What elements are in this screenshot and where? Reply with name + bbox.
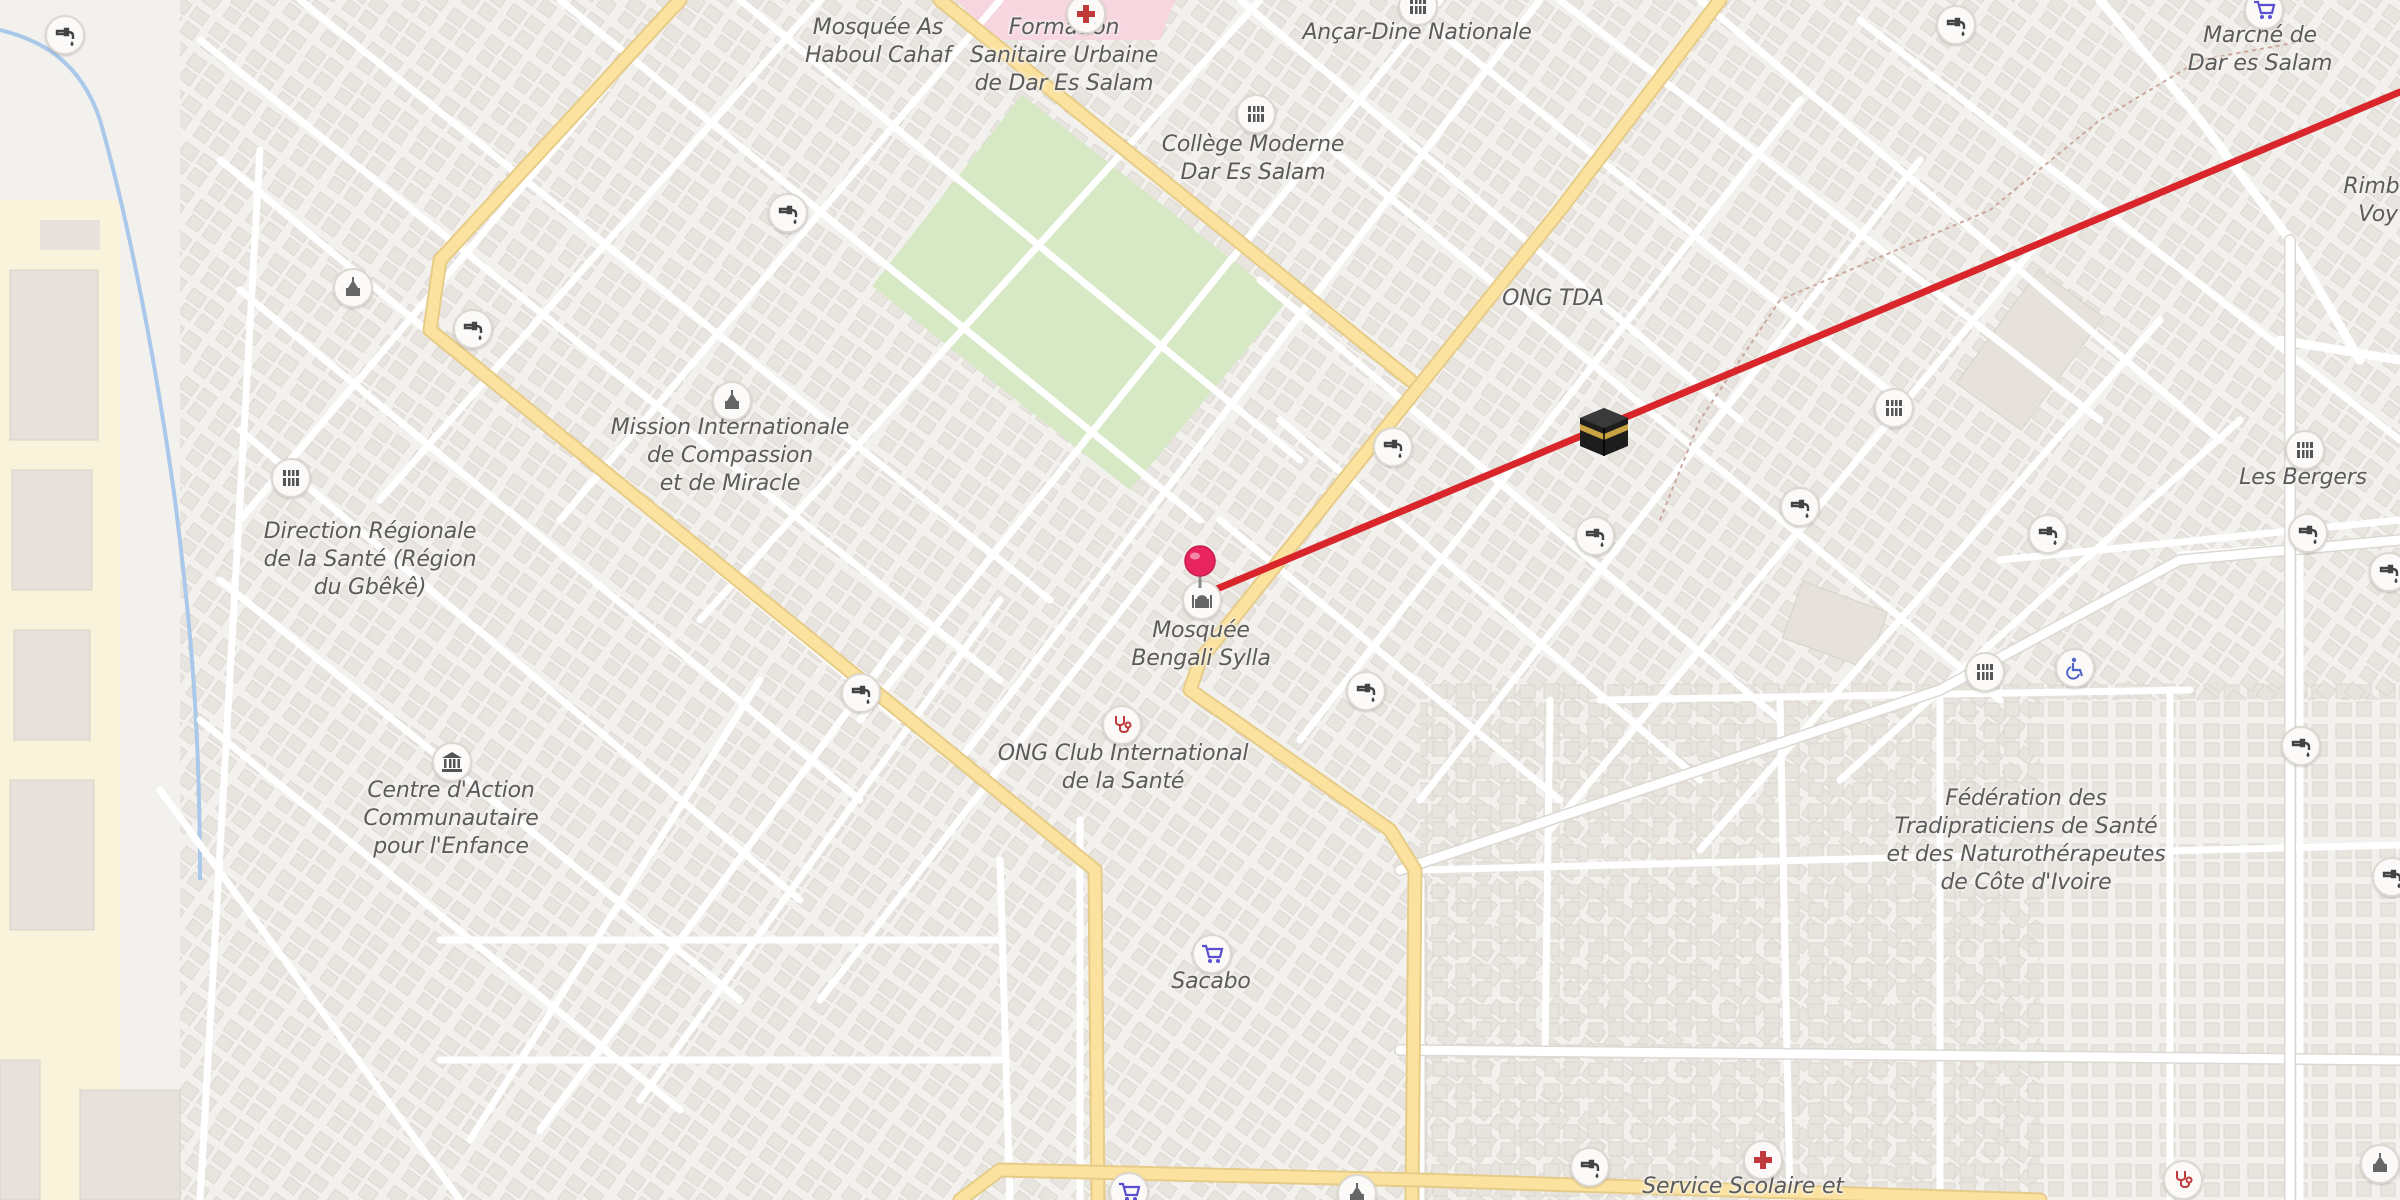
water-tap-icon[interactable] xyxy=(2281,726,2321,766)
water-tap-icon[interactable] xyxy=(45,15,85,55)
water-tap-icon[interactable] xyxy=(768,193,808,233)
place-label-rimbo[interactable]: Rimbo Voy xyxy=(2343,173,2400,229)
place-label-college-moderne[interactable]: Collège Moderne Dar Es Salam xyxy=(1162,131,1345,187)
water-tap-icon[interactable] xyxy=(2028,514,2068,554)
place-label-mosquee-bengali-sylla[interactable]: Mosquée Bengali Sylla xyxy=(1131,617,1271,673)
water-tap-icon[interactable] xyxy=(1373,427,1413,467)
water-tap-icon[interactable] xyxy=(2288,513,2328,553)
place-label-marche-dar-es-salam[interactable]: Marché de Dar es Salam xyxy=(2188,22,2333,78)
place-label-direction-regionale[interactable]: Direction Régionale de la Santé (Région … xyxy=(264,518,477,602)
water-tap-icon[interactable] xyxy=(1575,516,1615,556)
school-icon[interactable] xyxy=(1236,94,1276,134)
place-label-ong-tda[interactable]: ONG TDA xyxy=(1502,285,1604,313)
water-tap-icon[interactable] xyxy=(1780,487,1820,527)
water-tap-icon[interactable] xyxy=(841,673,881,713)
water-tap-icon[interactable] xyxy=(453,309,493,349)
shopping-cart-icon[interactable] xyxy=(1192,934,1232,974)
water-tap-icon[interactable] xyxy=(1936,5,1976,45)
water-tap-icon[interactable] xyxy=(1570,1147,1610,1187)
townhall-icon[interactable] xyxy=(432,742,472,782)
place-label-formation-sanitaire[interactable]: Formation Sanitaire Urbaine de Dar Es Sa… xyxy=(970,14,1158,98)
place-label-mission-internationale[interactable]: Mission Internationale de Compassion et … xyxy=(611,414,850,498)
school-icon[interactable] xyxy=(1874,388,1914,428)
place-of-worship-icon[interactable] xyxy=(712,381,752,421)
place-label-mosquee-as-haboul-cahaf[interactable]: Mosquée As Haboul Cahaf xyxy=(805,14,951,70)
place-label-ong-club-international[interactable]: ONG Club International de la Santé xyxy=(998,740,1249,796)
location-pin-icon[interactable] xyxy=(1181,544,1219,588)
stethoscope-icon[interactable] xyxy=(2163,1160,2203,1200)
school-icon[interactable] xyxy=(2285,430,2325,470)
water-tap-icon[interactable] xyxy=(1346,671,1386,711)
kaaba-icon[interactable] xyxy=(1576,402,1632,458)
school-icon[interactable] xyxy=(271,458,311,498)
place-label-service-scolaire[interactable]: Service Scolaire et xyxy=(1642,1173,1844,1200)
wheelchair-icon[interactable] xyxy=(2055,648,2095,688)
school-icon[interactable] xyxy=(1965,652,2005,692)
place-label-federation-tradipraticiens[interactable]: Fédération des Tradipraticiens de Santé … xyxy=(1886,785,2165,897)
map-view[interactable]: Mosquée As Haboul Cahaf Formation Sanitai… xyxy=(0,0,2400,1200)
place-of-worship-icon[interactable] xyxy=(2360,1144,2400,1184)
place-label-centre-action-communautaire[interactable]: Centre d'Action Communautaire pour l'Enf… xyxy=(363,777,538,861)
stethoscope-icon[interactable] xyxy=(1102,705,1142,745)
place-of-worship-icon[interactable] xyxy=(333,268,373,308)
hospital-icon[interactable] xyxy=(1743,1140,1783,1180)
